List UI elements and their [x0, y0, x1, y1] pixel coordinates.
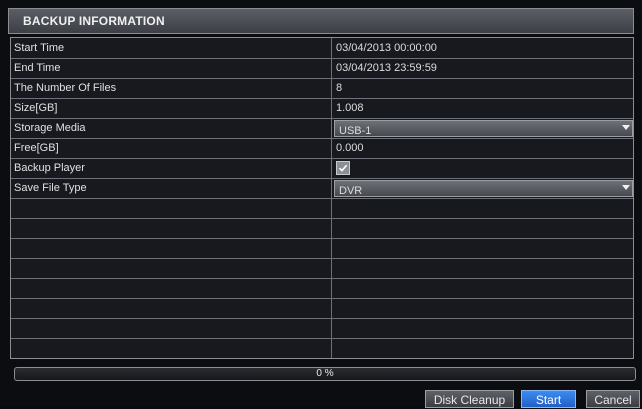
save-file-type-selected: DVR	[339, 185, 363, 197]
start-button[interactable]: Start	[521, 390, 576, 408]
end-time-label: End Time	[14, 62, 61, 74]
progress-label: 0 %	[316, 368, 334, 379]
storage-media-dropdown[interactable]: USB-1	[334, 120, 633, 137]
free-value: 0.000	[336, 142, 364, 154]
backup-player-checkbox[interactable]	[336, 161, 350, 175]
table-row-empty	[11, 278, 633, 299]
chevron-down-icon	[622, 125, 630, 130]
backup-progress-bar: 0 %	[14, 367, 636, 381]
disk-cleanup-button[interactable]: Disk Cleanup	[425, 390, 514, 408]
table-row-size: Size[GB] 1.008	[11, 98, 633, 119]
table-row-storage-media: Storage Media USB-1	[11, 118, 633, 139]
free-label: Free[GB]	[14, 142, 59, 154]
backup-player-label: Backup Player	[14, 162, 85, 174]
backup-info-table: Start Time 03/04/2013 00:00:00 End Time …	[10, 37, 634, 359]
window-title: BACKUP INFORMATION	[23, 14, 165, 28]
cancel-button[interactable]: Cancel	[586, 390, 640, 408]
chevron-down-icon	[622, 185, 630, 190]
table-row-empty	[11, 198, 633, 219]
save-file-type-dropdown[interactable]: DVR	[334, 180, 633, 197]
table-row-empty	[11, 218, 633, 239]
table-row-empty	[11, 238, 633, 259]
table-row-empty	[11, 298, 633, 319]
number-of-files-label: The Number Of Files	[14, 82, 117, 94]
number-of-files-value: 8	[336, 82, 343, 94]
table-row-save-file-type: Save File Type DVR	[11, 178, 633, 199]
checkmark-icon	[338, 164, 348, 172]
backup-information-window: BACKUP INFORMATION Start Time 03/04/2013…	[0, 0, 642, 408]
save-file-type-label: Save File Type	[14, 182, 87, 194]
table-row-number-of-files: The Number Of Files 8	[11, 78, 633, 99]
title-bar: BACKUP INFORMATION	[8, 8, 634, 34]
column-divider	[331, 38, 332, 358]
table-row-empty	[11, 258, 633, 279]
size-value: 1.008	[336, 102, 364, 114]
table-row-end-time: End Time 03/04/2013 23:59:59	[11, 58, 633, 79]
start-time-label: Start Time	[14, 42, 65, 54]
start-time-value: 03/04/2013 00:00:00	[336, 42, 437, 54]
end-time-value: 03/04/2013 23:59:59	[336, 62, 437, 74]
storage-media-label: Storage Media	[14, 122, 86, 134]
table-row-empty	[11, 318, 633, 339]
size-label: Size[GB]	[14, 102, 58, 114]
storage-media-selected: USB-1	[339, 125, 372, 137]
table-row-start-time: Start Time 03/04/2013 00:00:00	[11, 38, 633, 59]
table-row-backup-player: Backup Player	[11, 158, 633, 179]
table-row-free: Free[GB] 0.000	[11, 138, 633, 159]
